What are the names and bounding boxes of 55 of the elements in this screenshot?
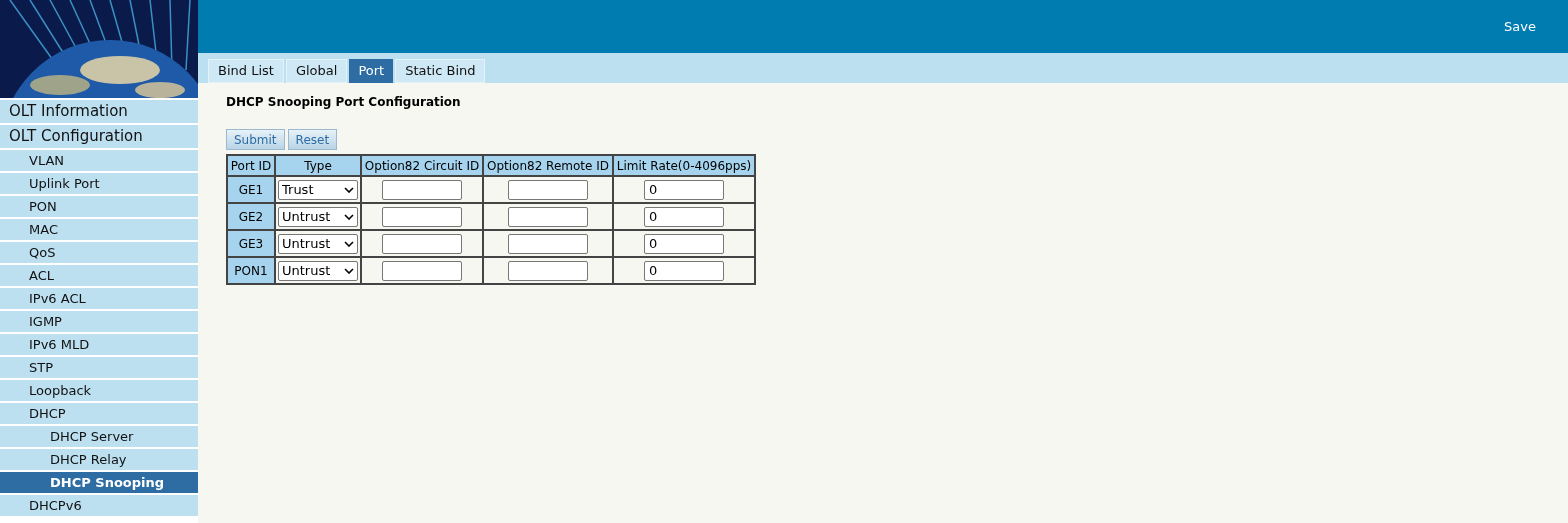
tab[interactable]: Port (349, 59, 394, 83)
port-cell: GE2 (227, 203, 275, 230)
sidebar-item[interactable]: Loopback (0, 380, 198, 401)
port-cell: PON1 (227, 257, 275, 284)
reset-button[interactable]: Reset (287, 129, 338, 150)
save-link[interactable]: Save (1504, 16, 1536, 37)
column-header: Option82 Circuit ID (361, 155, 483, 176)
limit-rate-field[interactable]: 0 (644, 260, 724, 281)
sidebar-item[interactable]: IGMP (0, 311, 198, 332)
sidebar-item[interactable]: OLT Information (0, 100, 198, 123)
limit-rate-field[interactable]: 0 (644, 179, 724, 200)
remote-id-field[interactable] (508, 179, 588, 200)
port-cell: GE3 (227, 230, 275, 257)
circuit-id-field[interactable] (382, 233, 462, 254)
sidebar-item[interactable]: IPv6 MLD (0, 334, 198, 355)
chevron-down-icon (344, 267, 354, 274)
submit-button[interactable]: Submit (226, 129, 285, 150)
sidebar-item[interactable]: MAC (0, 219, 198, 240)
sidebar-item[interactable]: QoS (0, 242, 198, 263)
section-title: DHCP Snooping Port Configuration (226, 94, 462, 111)
sidebar-item[interactable]: PON (0, 196, 198, 217)
sidebar-item[interactable]: Uplink Port (0, 173, 198, 194)
sidebar-item[interactable]: DHCP (0, 403, 198, 424)
sidebar-item[interactable]: OLT Configuration (0, 125, 198, 148)
chevron-down-icon (344, 186, 354, 193)
sidebar-item[interactable]: DHCP Relay (0, 449, 198, 470)
tab[interactable]: Global (285, 59, 348, 83)
column-header: Option82 Remote ID (483, 155, 613, 176)
column-header: Limit Rate(0-4096pps) (613, 155, 755, 176)
column-header: Port ID (227, 155, 275, 176)
chevron-down-icon (344, 213, 354, 220)
sidebar-item[interactable]: ACL (0, 265, 198, 286)
sidebar-item[interactable]: IPv6 ACL (0, 288, 198, 309)
remote-id-field[interactable] (508, 260, 588, 281)
limit-rate-field[interactable]: 0 (644, 206, 724, 227)
type-select[interactable]: Trust (278, 179, 358, 200)
type-select[interactable]: Untrust (278, 233, 358, 254)
remote-id-field[interactable] (508, 233, 588, 254)
circuit-id-field[interactable] (382, 260, 462, 281)
circuit-id-field[interactable] (382, 179, 462, 200)
column-header: Type (275, 155, 361, 176)
sidebar-item[interactable]: STP (0, 357, 198, 378)
sidebar-item[interactable]: DHCP Server (0, 426, 198, 447)
chevron-down-icon (344, 240, 354, 247)
limit-rate-field[interactable]: 0 (644, 233, 724, 254)
port-cell: GE1 (227, 176, 275, 203)
tab[interactable]: Bind List (208, 59, 284, 83)
type-select[interactable]: Untrust (278, 206, 358, 227)
sidebar-item[interactable]: DHCPv6 (0, 495, 198, 516)
circuit-id-field[interactable] (382, 206, 462, 227)
tab[interactable]: Static Bind (395, 59, 486, 83)
sidebar-item[interactable]: VLAN (0, 150, 198, 171)
remote-id-field[interactable] (508, 206, 588, 227)
type-select[interactable]: Untrust (278, 260, 358, 281)
sidebar-item[interactable]: DHCP Snooping (0, 472, 198, 493)
